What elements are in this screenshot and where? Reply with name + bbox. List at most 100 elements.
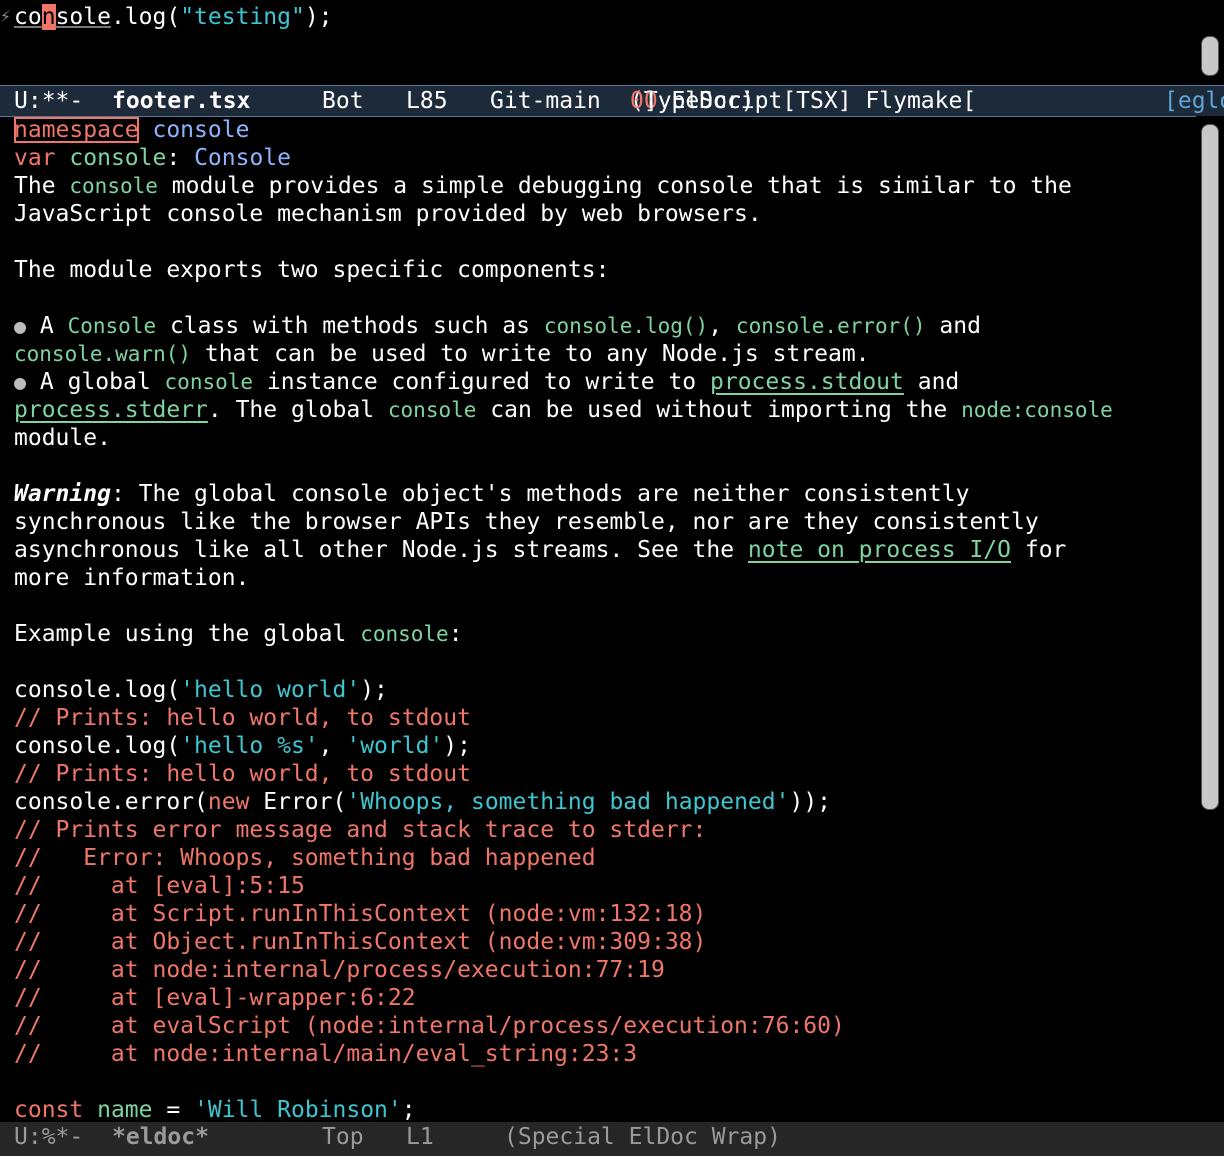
- code-text: );: [360, 677, 388, 703]
- modeline-line-number: L1: [406, 1124, 434, 1150]
- doc-text: and: [903, 369, 960, 395]
- code-text: console.log(: [14, 733, 181, 759]
- modeline-vc-branch[interactable]: Git-main: [490, 86, 601, 116]
- code-text: ;: [401, 1097, 416, 1121]
- warning-label: Warning: [14, 481, 111, 507]
- modeline-buffer-name[interactable]: *eldoc*: [112, 1122, 209, 1152]
- modeline-state: U:**-: [14, 88, 84, 114]
- code-comment: // Prints: hello world, to stdout: [14, 761, 471, 787]
- symbol-mid: sole: [55, 4, 111, 30]
- doc-text-line: module.: [14, 425, 111, 451]
- doc-signature-line: namespace console: [14, 116, 1194, 144]
- inline-code: Console: [67, 314, 157, 338]
- top-scrollbar[interactable]: [1196, 0, 1224, 84]
- code-string: "testing": [180, 4, 305, 30]
- code-keyword: const: [14, 1097, 84, 1121]
- doc-text: that can be used to write to any Node.js…: [191, 341, 870, 367]
- doc-signature-line: var console: Console: [14, 144, 1194, 172]
- code-keyword: new: [207, 789, 250, 815]
- modeline-line-number: L85: [406, 88, 448, 114]
- code-comment: // at node:internal/main/eval_string:23:…: [14, 1041, 638, 1067]
- modeline-buffer-name[interactable]: footer.tsx: [112, 86, 250, 116]
- editor-window-top[interactable]: ⚡ console.log("testing");: [0, 0, 1224, 86]
- code-text: =: [152, 1097, 195, 1121]
- code-text: console.log(: [14, 677, 181, 703]
- code-text: );: [304, 4, 333, 30]
- code-text: );: [443, 733, 471, 759]
- doc-text-line: console.warn() that can be used to write…: [14, 340, 1194, 368]
- eldoc-scroll-thumb[interactable]: [1201, 124, 1219, 810]
- doc-bullet-line: ● A Console class with methods such as c…: [14, 312, 1194, 340]
- doc-text: . The global: [207, 397, 388, 423]
- code-comment: // at Script.runInThisContext (node:vm:1…: [14, 901, 707, 927]
- code-text: ));: [789, 789, 832, 815]
- bullet-icon: ●: [14, 314, 27, 338]
- code-comment: // at [eval]-wrapper:6:22: [14, 985, 416, 1011]
- doc-text: asynchronous like all other Node.js stre…: [14, 537, 748, 563]
- code-line: console.log('hello %s', 'world');: [14, 732, 1194, 760]
- inline-code: console.log(): [543, 314, 709, 338]
- top-scroll-thumb[interactable]: [1201, 36, 1219, 76]
- modeline-modes[interactable]: (TypeScript[TSX] Flymake[0 0] ElDoc): [630, 86, 976, 116]
- link-process-stderr[interactable]: process.stderr: [14, 397, 208, 423]
- code-line: console.error(new Error('Whoops, somethi…: [14, 788, 1194, 816]
- doc-text: can be used without importing the: [476, 397, 962, 423]
- inline-code: console: [387, 398, 477, 422]
- link-note-process-io[interactable]: note on process I/O: [748, 537, 1011, 563]
- doc-text: Example using the global: [14, 621, 361, 647]
- doc-text-line: more information.: [14, 565, 250, 591]
- doc-text-line: The console module provides a simple deb…: [14, 172, 1194, 200]
- text-cursor: n: [41, 4, 56, 30]
- doc-text: class with methods such as: [156, 313, 544, 339]
- code-string: 'Will Robinson': [194, 1097, 402, 1121]
- inline-code: console: [360, 622, 449, 646]
- modeline-mode-text: ] ElDoc): [643, 88, 755, 114]
- sig-name: console: [69, 145, 167, 171]
- eldoc-window[interactable]: namespace console var console: Console T…: [14, 116, 1194, 1121]
- eldoc-scrollbar[interactable]: [1196, 116, 1224, 1120]
- sig-type: Console: [194, 145, 291, 171]
- doc-text: A: [26, 313, 68, 339]
- link-process-stdout[interactable]: process.stdout: [710, 369, 904, 395]
- code-comment: // at evalScript (node:internal/process/…: [14, 1013, 845, 1039]
- code-text: .log(: [110, 4, 181, 30]
- code-text: Error(: [249, 789, 347, 815]
- code-comment: // Prints error message and stack trace …: [14, 817, 707, 843]
- code-comment: // Prints: hello world, to stdout: [14, 705, 471, 731]
- modeline-position: Top: [322, 1124, 364, 1150]
- modeline-eglot[interactable]: [eglot: [1164, 86, 1224, 116]
- symbol-start: co: [14, 4, 42, 30]
- doc-bullet-line: ● A global console instance configured t…: [14, 368, 1194, 396]
- editor-line[interactable]: console.log("testing");: [14, 3, 333, 31]
- inline-code: console.warn(): [14, 342, 192, 366]
- code-comment: // at Object.runInThisContext (node:vm:3…: [14, 929, 707, 955]
- doc-text-line: The module exports two specific componen…: [14, 257, 610, 283]
- doc-text: instance configured to write to: [253, 369, 711, 395]
- modeline-modes[interactable]: (Special ElDoc Wrap): [504, 1122, 781, 1152]
- doc-text-line: JavaScript console mechanism provided by…: [14, 201, 762, 227]
- modeline-position: Bot: [322, 88, 364, 114]
- doc-text-line: Warning: The global console object's met…: [14, 480, 1194, 508]
- code-text: ,: [318, 733, 347, 759]
- code-variable: name: [97, 1097, 153, 1121]
- modeline-bottom[interactable]: U:%*- *eldoc* Top L1 (Special ElDoc Wrap…: [0, 1122, 1224, 1156]
- code-text: console.error(: [14, 789, 208, 815]
- code-line: console.log('hello world');: [14, 676, 1194, 704]
- doc-text: : The global console object's methods ar…: [110, 481, 970, 507]
- code-string: 'hello world': [180, 677, 361, 703]
- doc-text-line: Example using the global console:: [14, 620, 1194, 648]
- fringe-lightning-icon: ⚡: [0, 6, 11, 27]
- code-line: const name = 'Will Robinson';: [14, 1096, 1194, 1121]
- modeline-top[interactable]: U:**- footer.tsx Bot L85 Git-main (TypeS…: [0, 85, 1224, 117]
- doc-text: :: [448, 621, 463, 647]
- flymake-error-count[interactable]: 0: [630, 86, 644, 116]
- sig-name: console: [152, 117, 250, 143]
- code-comment: // at [eval]:5:15: [14, 873, 305, 899]
- modeline-state: U:%*-: [14, 1124, 84, 1150]
- doc-text: The: [14, 173, 70, 199]
- sig-keyword: namespace: [14, 117, 139, 143]
- doc-text: for: [1011, 537, 1067, 563]
